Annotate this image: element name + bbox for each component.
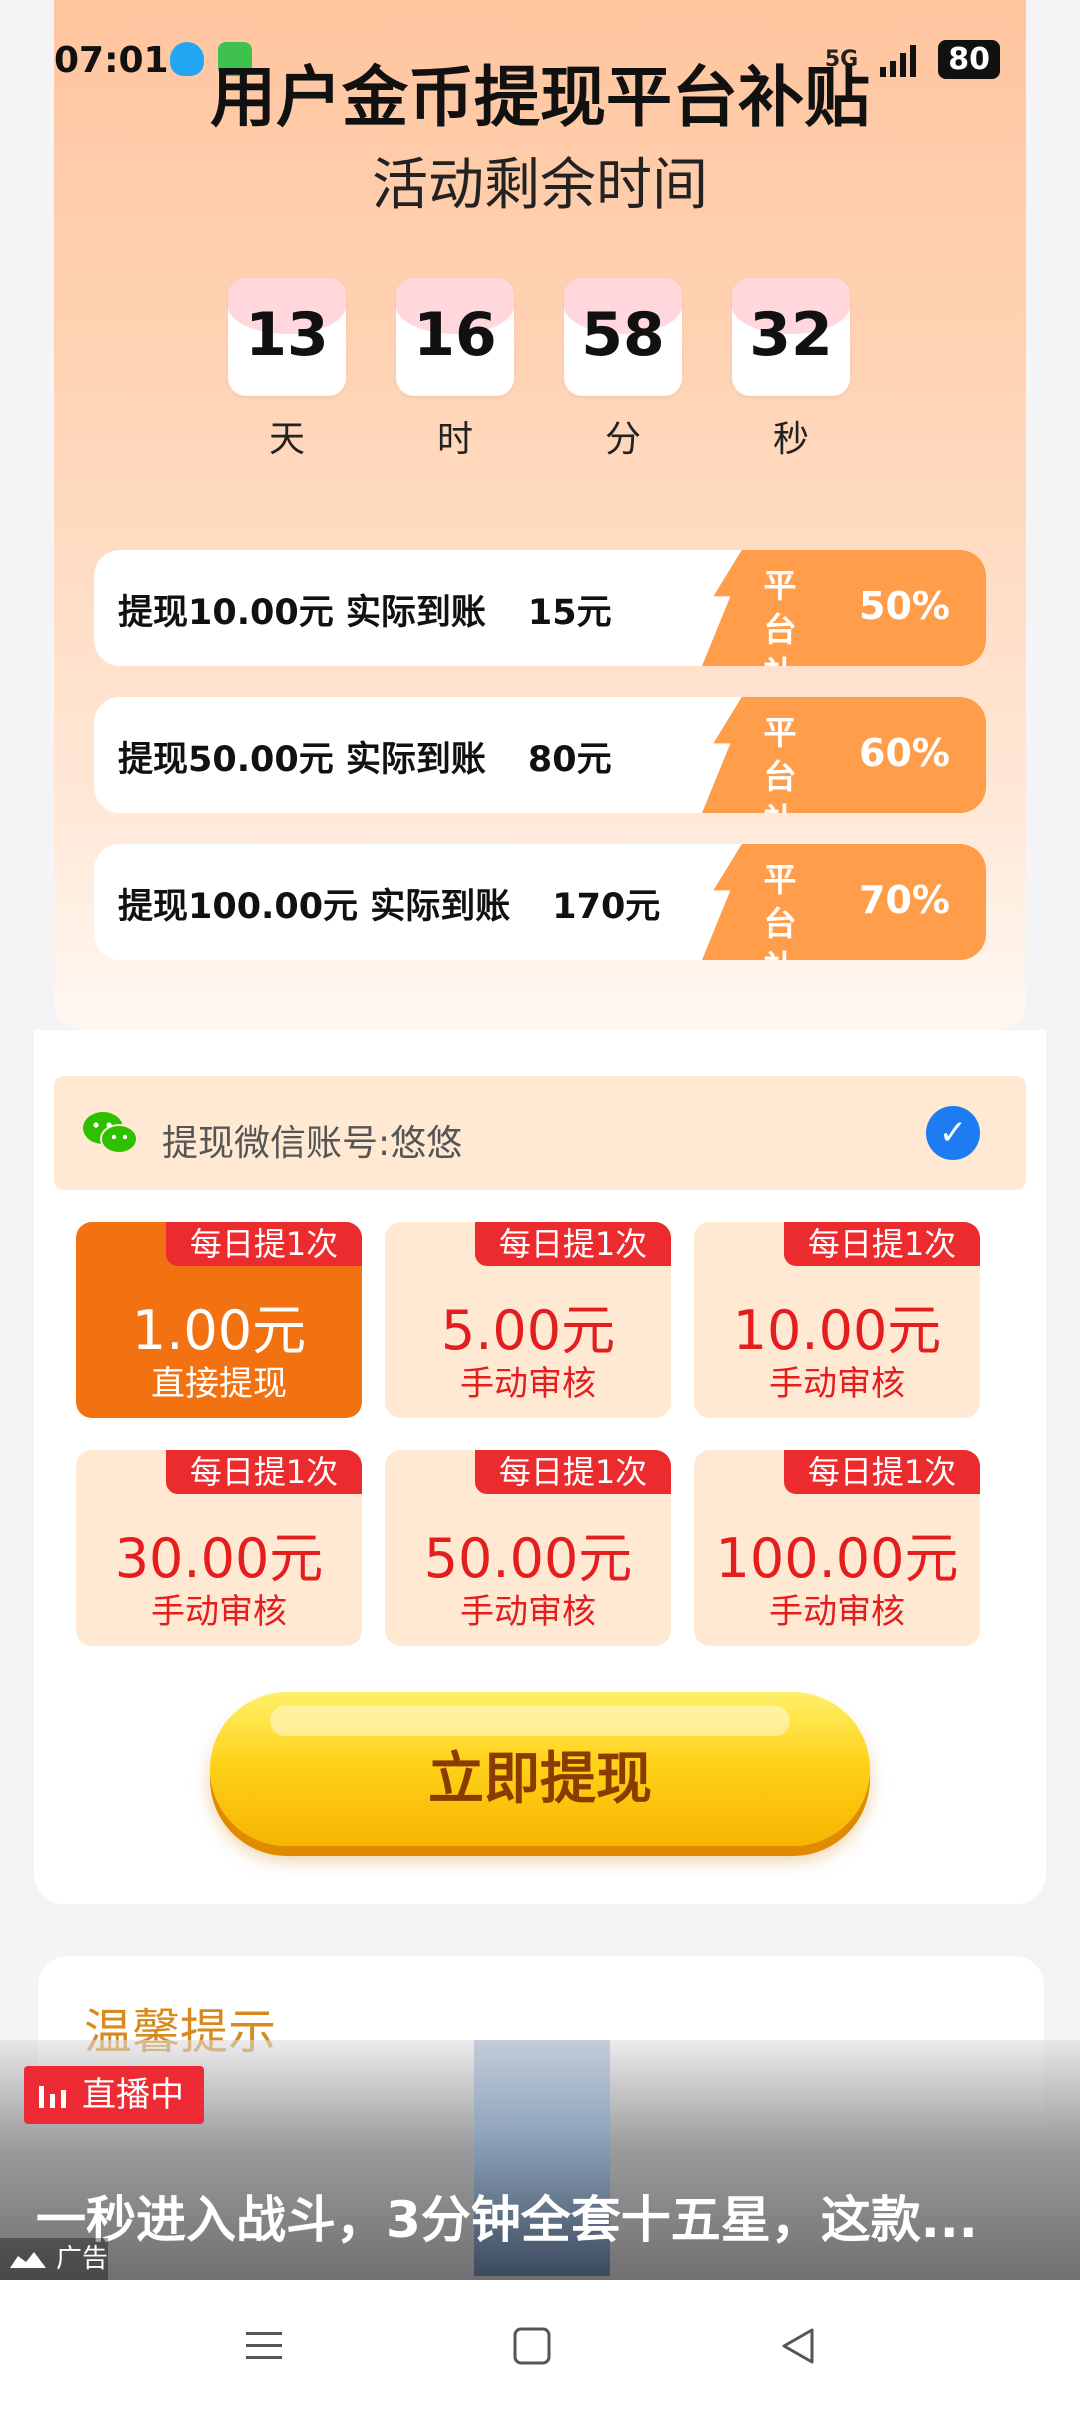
withdraw-now-label: 立即提现 [428, 1747, 652, 1812]
countdown-seconds-box: 32 [732, 278, 850, 396]
countdown-minutes-label: 分 [604, 419, 641, 460]
daily-limit-badge: 每日提1次 [475, 1222, 671, 1266]
check-icon[interactable]: ✓ [926, 1106, 980, 1160]
ad-label: 广告 [0, 2238, 108, 2280]
tier-text: 提现10.00元 实际到账 15元 [118, 593, 612, 633]
tier-amount: 80元 [527, 740, 612, 780]
countdown-days: 13 [245, 300, 329, 370]
withdraw-option[interactable]: 每日提1次 5.00元 手动审核 [385, 1222, 671, 1418]
option-desc: 手动审核 [769, 1364, 905, 1404]
subsidy-tier: 提现10.00元 实际到账15元 平台补贴 50% [94, 550, 986, 666]
subsidy-percent: 60% [859, 731, 950, 775]
daily-limit-badge: 每日提1次 [166, 1222, 362, 1266]
option-desc: 直接提现 [151, 1364, 287, 1404]
wechat-icon [83, 1112, 138, 1154]
option-amount: 50.00元 [423, 1527, 633, 1590]
subsidy-percent: 50% [859, 584, 950, 628]
ad-signal-icon [10, 2252, 46, 2268]
countdown-hours: 16 [413, 300, 497, 370]
back-icon[interactable] [776, 2324, 820, 2368]
option-desc: 手动审核 [460, 1364, 596, 1404]
tier-amount: 170元 [552, 887, 661, 927]
subsidy-percent: 70% [859, 878, 950, 922]
countdown-days-label: 天 [268, 419, 305, 460]
withdraw-option[interactable]: 每日提1次 10.00元 手动审核 [694, 1222, 980, 1418]
tier-text: 提现50.00元 实际到账 80元 [118, 740, 612, 780]
subsidy-tier: 提现100.00元 实际到账170元 平台补贴 70% [94, 844, 986, 960]
daily-limit-badge: 每日提1次 [784, 1222, 980, 1266]
subsidy-tag-label: 平台补贴 [763, 713, 797, 813]
system-nav-bar [0, 2280, 1080, 2412]
daily-limit-badge: 每日提1次 [166, 1450, 362, 1494]
countdown-hours-box: 16 [396, 278, 514, 396]
countdown-title: 活动剩余时间 [372, 153, 708, 218]
withdraw-option[interactable]: 每日提1次 1.00元 直接提现 [76, 1222, 362, 1418]
page-title: 用户金币提现平台补贴 [210, 59, 870, 136]
withdraw-now-button[interactable]: 立即提现 [210, 1692, 870, 1846]
countdown-seconds: 32 [749, 300, 833, 370]
withdraw-option[interactable]: 每日提1次 100.00元 手动审核 [694, 1450, 980, 1646]
countdown-minutes: 58 [581, 300, 665, 370]
wechat-account-label: 提现微信账号:悠悠 [162, 1123, 463, 1164]
option-desc: 手动审核 [460, 1592, 596, 1632]
withdraw-option[interactable]: 每日提1次 30.00元 手动审核 [76, 1450, 362, 1646]
option-desc: 手动审核 [151, 1592, 287, 1632]
live-badge[interactable]: 直播中 [24, 2066, 204, 2124]
option-amount: 10.00元 [732, 1299, 942, 1362]
countdown-minutes-box: 58 [564, 278, 682, 396]
option-amount: 100.00元 [715, 1527, 959, 1590]
tier-text: 提现100.00元 实际到账 170元 [118, 887, 661, 927]
wechat-account-row[interactable]: 提现微信账号:悠悠 ✓ [54, 1076, 1026, 1190]
subsidy-tag-label: 平台补贴 [763, 566, 797, 666]
option-amount: 30.00元 [114, 1527, 324, 1590]
withdraw-option[interactable]: 每日提1次 50.00元 手动审核 [385, 1450, 671, 1646]
option-desc: 手动审核 [769, 1592, 905, 1632]
subsidy-tag-label: 平台补贴 [763, 860, 797, 960]
home-icon[interactable] [510, 2324, 554, 2368]
live-bars-icon [39, 2086, 66, 2108]
subsidy-tier: 提现50.00元 实际到账80元 平台补贴 60% [94, 697, 986, 813]
menu-icon[interactable] [242, 2324, 286, 2368]
daily-limit-badge: 每日提1次 [784, 1450, 980, 1494]
countdown-days-box: 13 [228, 278, 346, 396]
countdown-seconds-label: 秒 [772, 419, 809, 460]
countdown-hours-label: 时 [436, 419, 473, 460]
live-badge-label: 直播中 [82, 2075, 184, 2115]
daily-limit-badge: 每日提1次 [475, 1450, 671, 1494]
ad-title[interactable]: 一秒进入战斗，3分钟全套十五星，这款... [36, 2180, 978, 2252]
option-amount: 1.00元 [131, 1299, 307, 1362]
option-amount: 5.00元 [440, 1299, 616, 1362]
tier-amount: 15元 [527, 593, 612, 633]
